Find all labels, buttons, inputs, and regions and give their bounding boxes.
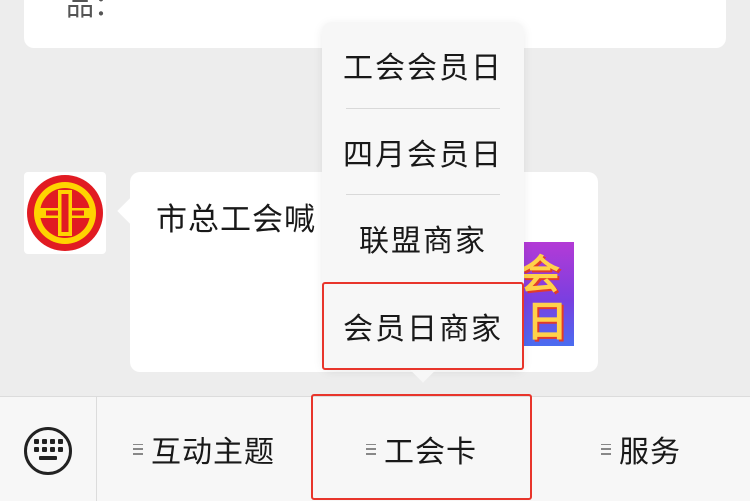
tab-label: 互动主题 — [151, 435, 275, 470]
submenu-popup: 工会会员日 四月会员日 联盟商家 会员日商家 — [322, 22, 524, 370]
message-text: 市总工会喊 — [156, 202, 316, 238]
bottom-menu-bar: 互动主题 工会卡 服务 — [0, 396, 750, 501]
menu-item-april-member-day[interactable]: 四月会员日 — [322, 109, 524, 195]
menu-item-alliance-merchants[interactable]: 联盟商家 — [322, 195, 524, 281]
keyboard-toggle-button[interactable] — [0, 397, 97, 501]
tab-label: 工会卡 — [384, 435, 477, 470]
trade-union-emblem-icon — [27, 175, 103, 251]
keyboard-icon — [24, 427, 72, 475]
menu-item-member-day-merchants[interactable]: 会员日商家 — [322, 283, 524, 369]
tab-union-card[interactable]: 工会卡 — [312, 397, 531, 501]
tab-label: 服务 — [619, 435, 681, 470]
tab-interactive-topics[interactable]: 互动主题 — [97, 397, 311, 501]
previous-card-text: 品： — [66, 0, 123, 22]
menu-lines-icon — [366, 443, 376, 455]
menu-lines-icon — [133, 443, 143, 455]
message-thumbnail[interactable]: 会 日 — [522, 242, 574, 346]
avatar[interactable] — [24, 172, 106, 254]
menu-lines-icon — [601, 443, 611, 455]
thumbnail-glyph-bottom: 日 — [526, 297, 569, 346]
menu-item-union-member-day[interactable]: 工会会员日 — [322, 22, 524, 108]
tab-services[interactable]: 服务 — [532, 397, 750, 501]
